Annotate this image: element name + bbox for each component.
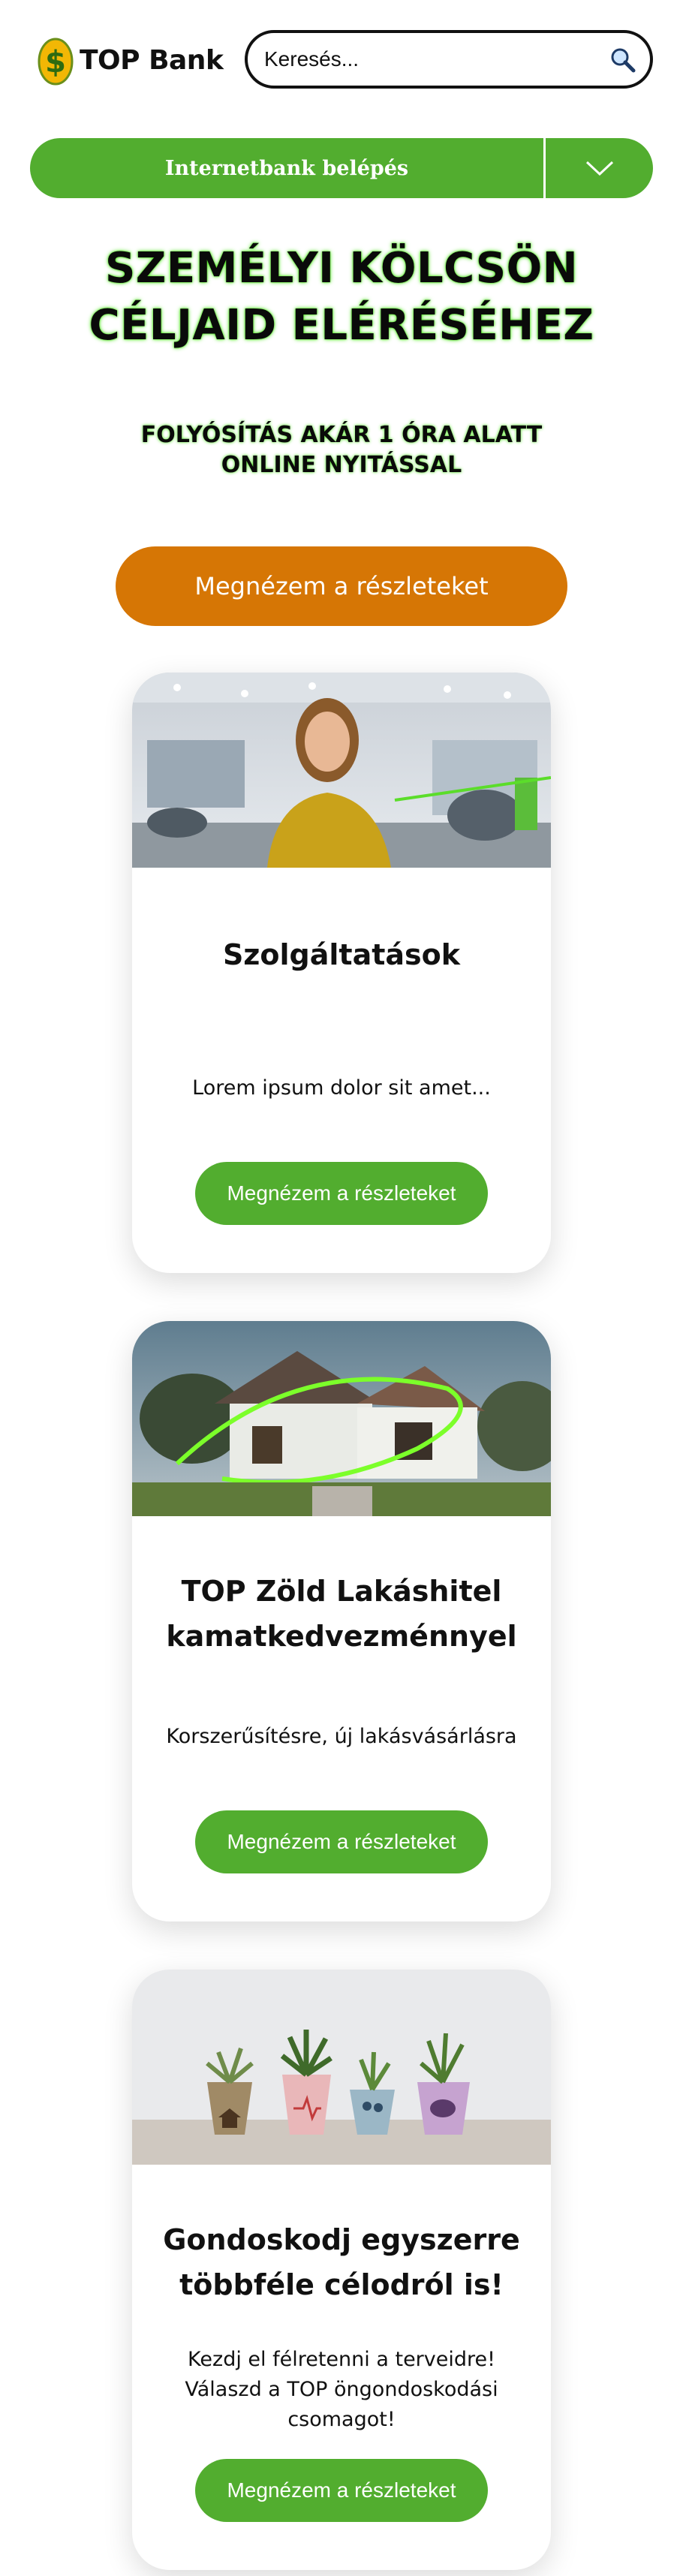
card-details-button[interactable]: Megnézem a részleteket [195, 1810, 488, 1873]
green-house-image [132, 1321, 551, 1516]
card-description: Lorem ipsum dolor sit amet... [192, 1076, 491, 1100]
hero-details-button[interactable]: Megnézem a részleteket [116, 546, 567, 626]
search-icon[interactable] [609, 47, 636, 74]
savings-card: Gondoskodj egyszerre többféle célodról i… [132, 1970, 551, 2570]
card-description: Kezdj el félretenni a terveidre! Válaszd… [147, 2345, 536, 2435]
hero-title: SZEMÉLYI KÖLCSÖN CÉLJAID ELÉRÉSÉHEZ [0, 240, 683, 354]
service-card: Szolgáltatások Lorem ipsum dolor sit ame… [132, 673, 551, 1273]
site-header: $ TOP Bank [0, 0, 683, 120]
chevron-down-icon [585, 161, 613, 176]
office-woman-image [132, 673, 551, 868]
search-input[interactable] [264, 47, 594, 71]
card-details-button[interactable]: Megnézem a részleteket [195, 2459, 488, 2522]
card-description-line: Válaszd a TOP öngondoskodási [185, 2378, 498, 2401]
svg-text:$: $ [45, 45, 66, 80]
green-loan-card: TOP Zöld Lakáshitel kamatkedvezménnyel K… [132, 1321, 551, 1921]
card-title-line: TOP Zöld Lakáshitel [181, 1575, 502, 1608]
hero-subtitle-line: FOLYÓSÍTÁS AKÁR 1 ÓRA ALATT [140, 422, 543, 448]
internetbank-dropdown-toggle[interactable] [546, 138, 653, 198]
logo-text: TOP Bank [80, 44, 224, 76]
hero-subtitle: FOLYÓSÍTÁS AKÁR 1 ÓRA ALATT ONLINE NYITÁ… [0, 420, 683, 480]
card-title-line: Gondoskodj egyszerre [163, 2223, 520, 2256]
card-title: Szolgáltatások [222, 938, 461, 971]
card-title: TOP Zöld Lakáshitel kamatkedvezménnyel [147, 1569, 536, 1659]
card-title: Gondoskodj egyszerre többféle célodról i… [147, 2217, 536, 2307]
hero-title-line: CÉLJAID ELÉRÉSÉHEZ [89, 301, 594, 350]
card-title-line: kamatkedvezménnyel [166, 1620, 517, 1653]
internetbank-login-button[interactable]: Internetbank belépés [30, 138, 543, 198]
logo[interactable]: $ TOP Bank [38, 33, 224, 87]
card-description-line: csomagot! [287, 2408, 396, 2431]
card-description: Korszerűsítésre, új lakásvásárlásra [166, 1725, 517, 1748]
hero-title-line: SZEMÉLYI KÖLCSÖN [104, 244, 579, 293]
dollar-coin-icon: $ [38, 38, 74, 86]
card-description-line: Kezdj el félretenni a terveidre! [188, 2348, 495, 2371]
search-bar [245, 30, 653, 89]
card-details-button[interactable]: Megnézem a részleteket [195, 1162, 488, 1225]
hero-subtitle-line: ONLINE NYITÁSSAL [221, 452, 462, 478]
card-title-line: többféle célodról is! [179, 2268, 504, 2301]
succulent-pots-image [132, 1970, 551, 2165]
internetbank-login-bar: Internetbank belépés [30, 138, 653, 198]
